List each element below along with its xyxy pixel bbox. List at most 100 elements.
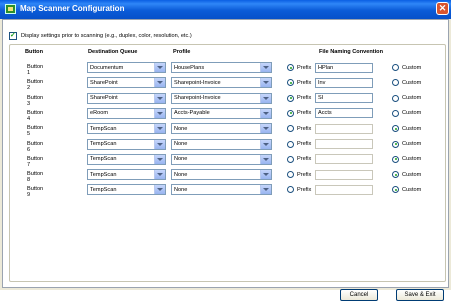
profile-value: None xyxy=(174,156,188,163)
custom-label: Custom xyxy=(402,186,422,193)
profile-select[interactable]: Sharepoint-Invoice xyxy=(171,92,272,104)
header-file-naming: File Naming Convention xyxy=(319,49,384,55)
profile-select[interactable]: HousePlans xyxy=(171,62,272,73)
prefix-label: Prefix xyxy=(297,186,312,193)
chevron-down-icon[interactable] xyxy=(154,185,165,195)
title-bar[interactable]: Map Scanner Configuration ✕ xyxy=(0,0,451,19)
chevron-down-icon[interactable] xyxy=(154,93,165,103)
profile-select[interactable]: Sharepoint-Invoice xyxy=(171,77,272,89)
destination-queue-select[interactable]: TempScan xyxy=(87,169,166,181)
prefix-radio[interactable] xyxy=(287,140,294,148)
prefix-input[interactable] xyxy=(315,154,373,165)
destination-queue-select[interactable]: SharePoint xyxy=(87,92,166,104)
prefix-input[interactable] xyxy=(315,139,373,149)
custom-label: Custom xyxy=(402,125,422,132)
custom-radio[interactable] xyxy=(392,155,399,163)
button-label: Button 1 xyxy=(27,64,44,76)
profile-value: Sharepoint-Invoice xyxy=(174,79,221,86)
scanner-app-icon xyxy=(5,4,16,14)
custom-label: Custom xyxy=(402,156,422,163)
prefix-radio[interactable] xyxy=(287,109,294,117)
custom-label: Custom xyxy=(402,79,422,86)
close-icon: ✕ xyxy=(438,3,447,13)
save-exit-button[interactable]: Save & Exit xyxy=(396,289,444,301)
prefix-label: Prefix xyxy=(297,64,312,71)
destination-queue-select[interactable]: TempScan xyxy=(87,184,166,196)
prefix-input[interactable]: HPlan xyxy=(315,62,373,73)
profile-select[interactable]: None xyxy=(171,138,272,150)
close-button[interactable]: ✕ xyxy=(436,2,449,15)
custom-radio[interactable] xyxy=(392,64,399,71)
prefix-radio[interactable] xyxy=(287,155,294,163)
chevron-down-icon[interactable] xyxy=(260,124,271,134)
chevron-down-icon[interactable] xyxy=(260,185,271,195)
custom-label: Custom xyxy=(402,171,422,178)
cancel-button[interactable]: Cancel xyxy=(340,289,378,301)
display-settings-label: Display settings prior to scanning (e.g.… xyxy=(21,33,192,39)
profile-value: HousePlans xyxy=(174,64,205,71)
chevron-down-icon[interactable] xyxy=(260,108,271,118)
destination-queue-select[interactable]: Documentum xyxy=(87,62,166,73)
chevron-down-icon[interactable] xyxy=(260,154,271,164)
custom-radio[interactable] xyxy=(392,140,399,148)
profile-select[interactable]: None xyxy=(171,184,272,196)
prefix-input[interactable] xyxy=(315,123,373,134)
prefix-input[interactable] xyxy=(315,169,373,180)
chevron-down-icon[interactable] xyxy=(154,154,165,164)
chevron-down-icon[interactable] xyxy=(260,170,271,180)
display-settings-checkbox[interactable] xyxy=(9,31,17,40)
profile-select[interactable]: None xyxy=(171,123,272,135)
chevron-down-icon[interactable] xyxy=(260,93,271,103)
button-label: Button 4 xyxy=(27,109,44,122)
destination-queue-value: eRoom xyxy=(90,110,109,117)
button-label: Button 5 xyxy=(27,125,44,138)
settings-panel: Display settings prior to scanning (e.g.… xyxy=(2,19,449,301)
prefix-radio[interactable] xyxy=(287,64,294,71)
destination-queue-select[interactable]: eRoom xyxy=(87,107,166,119)
prefix-input[interactable] xyxy=(315,184,373,195)
chevron-down-icon[interactable] xyxy=(154,170,165,180)
destination-queue-value: TempScan xyxy=(90,186,117,193)
chevron-down-icon[interactable] xyxy=(154,124,165,134)
profile-select[interactable]: None xyxy=(171,169,272,181)
profile-value: None xyxy=(174,141,188,147)
destination-queue-value: SharePoint xyxy=(90,79,118,86)
custom-radio[interactable] xyxy=(392,94,399,102)
button-label: Button 7 xyxy=(27,155,44,168)
custom-label: Custom xyxy=(402,141,422,147)
profile-value: None xyxy=(174,125,188,132)
destination-queue-select[interactable]: TempScan xyxy=(87,123,166,135)
destination-queue-select[interactable]: SharePoint xyxy=(87,77,166,89)
chevron-down-icon[interactable] xyxy=(154,63,165,72)
profile-select[interactable]: Accts-Payable xyxy=(171,107,272,119)
prefix-label: Prefix xyxy=(297,125,312,132)
chevron-down-icon[interactable] xyxy=(260,63,271,72)
chevron-down-icon[interactable] xyxy=(260,139,271,149)
custom-radio[interactable] xyxy=(392,109,399,117)
prefix-input[interactable]: SI xyxy=(315,93,373,104)
prefix-value: HPlan xyxy=(318,64,334,71)
prefix-input[interactable]: Accts xyxy=(315,108,373,119)
destination-queue-value: SharePoint xyxy=(90,95,118,102)
prefix-radio[interactable] xyxy=(287,94,294,102)
chevron-down-icon[interactable] xyxy=(154,78,165,88)
destination-queue-select[interactable]: TempScan xyxy=(87,153,166,165)
chevron-down-icon[interactable] xyxy=(154,139,165,149)
prefix-value: Accts xyxy=(318,110,332,117)
prefix-label: Prefix xyxy=(297,110,312,117)
header-profile: Profile xyxy=(173,49,191,55)
custom-label: Custom xyxy=(402,64,422,71)
header-destination-queue: Destination Queue xyxy=(88,49,138,55)
prefix-label: Prefix xyxy=(297,95,312,102)
prefix-input[interactable]: Inv xyxy=(315,77,373,88)
chevron-down-icon[interactable] xyxy=(154,108,165,118)
profile-select[interactable]: None xyxy=(171,153,272,165)
profile-value: None xyxy=(174,186,188,193)
button-label: Button 9 xyxy=(27,186,44,199)
button-label: Button 2 xyxy=(27,79,44,92)
destination-queue-value: TempScan xyxy=(90,125,117,132)
destination-queue-select[interactable]: TempScan xyxy=(87,138,166,150)
prefix-label: Prefix xyxy=(297,156,312,163)
prefix-value: Inv xyxy=(318,79,326,86)
chevron-down-icon[interactable] xyxy=(260,78,271,88)
